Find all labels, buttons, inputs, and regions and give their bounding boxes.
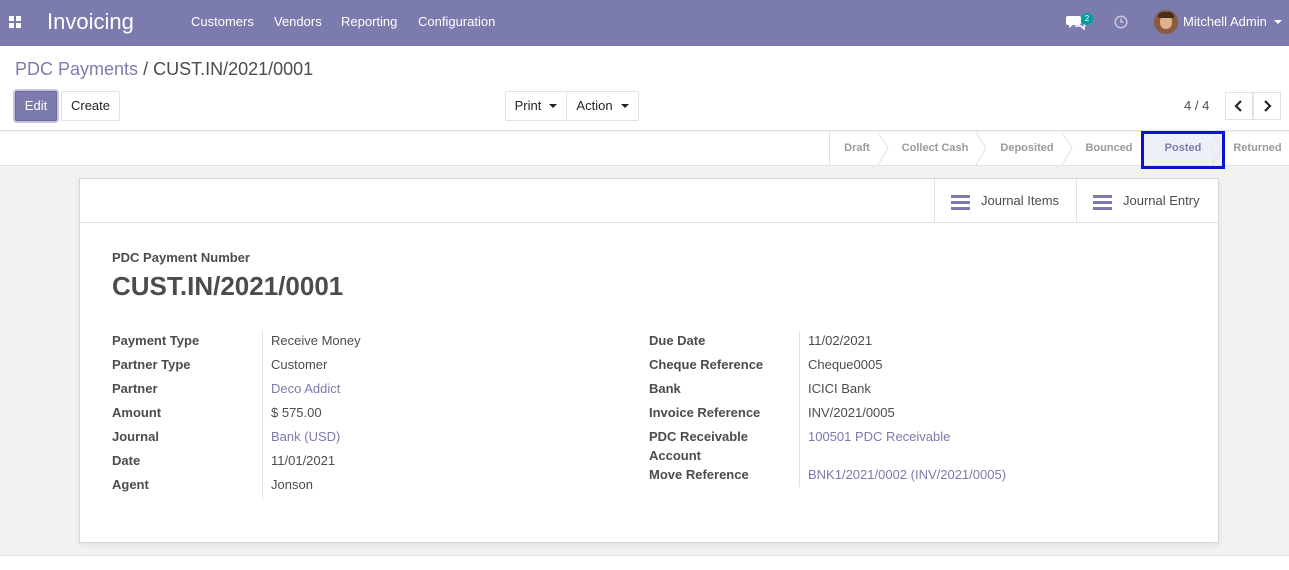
app-title[interactable]: Invoicing xyxy=(47,9,134,35)
chatter-area xyxy=(0,555,1289,570)
journal-items-button[interactable]: Journal Items xyxy=(934,179,1076,223)
pager-next-button[interactable] xyxy=(1253,92,1281,120)
print-caret-icon xyxy=(549,103,558,108)
label-payment-type: Payment Type xyxy=(112,333,200,348)
pager-value[interactable]: 4 / 4 xyxy=(1184,98,1209,113)
label-pdc-receivable-line2: Account xyxy=(649,448,701,463)
menu-customers[interactable]: Customers xyxy=(191,14,254,29)
menu-vendors[interactable]: Vendors xyxy=(274,14,322,29)
chat-count-badge: 2 xyxy=(1081,13,1093,25)
print-label: Print xyxy=(514,98,542,113)
label-agent: Agent xyxy=(112,477,149,492)
left-group-divider xyxy=(262,331,263,499)
control-panel: PDC Payments / CUST.IN/2021/0001 Edit Cr… xyxy=(0,46,1289,131)
label-pdc-receivable-line1: PDC Receivable xyxy=(649,429,748,444)
value-due-date: 11/02/2021 xyxy=(808,333,873,348)
clock-icon[interactable] xyxy=(1114,15,1128,29)
value-date: 11/01/2021 xyxy=(271,453,336,468)
action-button[interactable]: Action xyxy=(566,91,639,121)
label-invoice-reference: Invoice Reference xyxy=(649,405,761,420)
value-partner-type: Customer xyxy=(271,357,328,372)
apps-menu-icon[interactable] xyxy=(9,16,21,28)
stage-returned[interactable]: Returned xyxy=(1226,132,1289,165)
value-invoice-reference: INV/2021/0005 xyxy=(808,405,895,420)
user-avatar[interactable] xyxy=(1154,10,1178,34)
label-partner: Partner xyxy=(112,381,158,396)
create-button[interactable]: Create xyxy=(61,91,120,121)
value-pdc-receivable-link[interactable]: 100501 PDC Receivable xyxy=(808,429,950,444)
label-bank: Bank xyxy=(649,381,681,396)
form-sheet: Journal Items Journal Entry PDC Payment … xyxy=(79,178,1219,543)
pager-previous-button[interactable] xyxy=(1225,92,1253,120)
stage-posted[interactable]: Posted xyxy=(1144,132,1222,165)
label-journal: Journal xyxy=(112,429,159,444)
journal-entry-label: Journal Entry xyxy=(1123,193,1200,208)
value-move-reference-link[interactable]: BNK1/2021/0002 (INV/2021/0005) xyxy=(808,467,1006,482)
menu-reporting[interactable]: Reporting xyxy=(341,14,397,29)
breadcrumb-current: CUST.IN/2021/0001 xyxy=(153,59,314,79)
top-navbar: Invoicing Customers Vendors Reporting Co… xyxy=(0,0,1289,46)
chevron-left-icon xyxy=(1234,100,1242,112)
value-payment-type: Receive Money xyxy=(271,333,361,348)
smart-button-box: Journal Items Journal Entry xyxy=(80,179,1218,223)
action-caret-icon xyxy=(620,103,629,108)
record-title: CUST.IN/2021/0001 xyxy=(112,271,344,301)
status-bar: Draft Collect Cash Deposited Bounced Pos… xyxy=(0,132,1289,166)
print-button[interactable]: Print xyxy=(505,91,567,121)
action-label: Action xyxy=(576,98,613,113)
stage-bounced[interactable]: Bounced xyxy=(1072,132,1146,165)
menu-configuration[interactable]: Configuration xyxy=(418,14,495,29)
breadcrumb-parent[interactable]: PDC Payments xyxy=(15,59,138,79)
label-amount: Amount xyxy=(112,405,162,420)
value-journal-link[interactable]: Bank (USD) xyxy=(271,429,340,444)
user-name[interactable]: Mitchell Admin xyxy=(1183,14,1267,29)
title-field-label: PDC Payment Number xyxy=(112,250,250,265)
stage-deposited[interactable]: Deposited xyxy=(986,132,1068,165)
journal-entry-button[interactable]: Journal Entry xyxy=(1076,179,1218,223)
list-icon xyxy=(951,195,970,210)
value-agent: Jonson xyxy=(271,477,313,492)
stage-draft[interactable]: Draft xyxy=(830,132,884,165)
value-partner-link[interactable]: Deco Addict xyxy=(271,381,340,396)
label-move-reference: Move Reference xyxy=(649,467,749,482)
chevron-right-icon xyxy=(1264,100,1272,112)
breadcrumb-separator: / xyxy=(143,59,149,79)
label-partner-type: Partner Type xyxy=(112,357,191,372)
journal-items-label: Journal Items xyxy=(981,193,1060,208)
right-group-divider xyxy=(799,331,800,487)
value-cheque-reference: Cheque0005 xyxy=(808,357,883,372)
label-date: Date xyxy=(112,453,141,468)
user-menu-caret-icon[interactable] xyxy=(1274,20,1282,24)
edit-button[interactable]: Edit xyxy=(15,91,57,121)
stage-collect-cash[interactable]: Collect Cash xyxy=(888,132,982,165)
label-due-date: Due Date xyxy=(649,333,706,348)
label-cheque-reference: Cheque Reference xyxy=(649,357,764,372)
value-amount: $ 575.00 xyxy=(271,405,322,420)
list-icon xyxy=(1093,195,1112,210)
breadcrumb: PDC Payments / CUST.IN/2021/0001 xyxy=(15,59,313,80)
value-bank: ICICI Bank xyxy=(808,381,871,396)
